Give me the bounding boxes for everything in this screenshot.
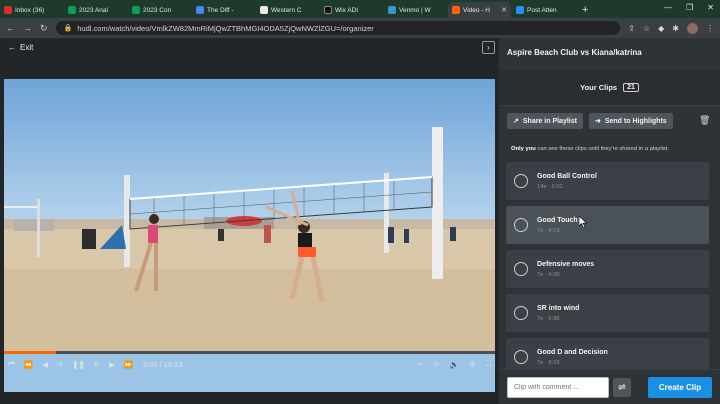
playback-time: 2:03 / 19:23 xyxy=(143,359,183,369)
clip-options-icon: ⇌ xyxy=(618,382,626,392)
puzzle-icon[interactable]: ✱ xyxy=(672,24,679,33)
profile-avatar[interactable] xyxy=(687,22,698,34)
previous-clip-icon[interactable]: ⏮ xyxy=(8,359,15,369)
clip-select-radio[interactable] xyxy=(514,174,528,188)
drive-icon xyxy=(132,6,140,14)
collapse-panel-button[interactable]: › xyxy=(482,41,495,54)
clip-item[interactable]: Defensive moves 7s · 4:30 xyxy=(506,250,709,288)
browser-tab[interactable]: 2023 Con xyxy=(128,2,191,18)
clip-select-radio[interactable] xyxy=(514,306,528,320)
share-icon[interactable]: ⇪ xyxy=(628,24,635,33)
browser-tab[interactable]: 2023 Anal xyxy=(64,2,127,18)
mouse-pointer-icon xyxy=(579,216,587,228)
new-tab-icon[interactable]: + xyxy=(576,4,594,18)
window-controls: — ❐ ✕ xyxy=(664,3,714,12)
clip-item[interactable]: SR into wind 7s · 5:36 xyxy=(506,294,709,332)
fullscreen-icon[interactable]: ⛶ xyxy=(486,359,491,369)
player-controls: ⏮ ⏪ ◀ ↺ ❚❚ ↻ ▶ ⏩ 2:03 / 19:23 ✂ ⟳ 🔊 ⚙ ⛶ xyxy=(0,354,499,374)
url-field[interactable]: 🔒 hudl.com/watch/video/VmlkZW82MmRiMjQwZ… xyxy=(55,21,621,35)
clip-options-button[interactable]: ⇌ xyxy=(613,378,631,397)
browser-tab-active[interactable]: Video - H ✕ xyxy=(448,2,511,18)
clip-comment-input[interactable] xyxy=(507,377,609,398)
extension-icon[interactable]: ◆ xyxy=(658,24,664,33)
beach-volleyball-scene xyxy=(4,79,495,351)
back-icon[interactable]: ← xyxy=(6,23,15,33)
docs-icon xyxy=(196,6,204,14)
highlight-arrow-icon: ➜ xyxy=(594,118,601,125)
browser-tab[interactable]: Venmo | W xyxy=(384,2,447,18)
browser-tab[interactable]: Post Atten xyxy=(512,2,575,18)
volume-icon[interactable]: 🔊 xyxy=(450,360,459,369)
step-forward-icon[interactable]: ▶ xyxy=(109,360,115,369)
privacy-note: Only you can see these clips until they'… xyxy=(511,146,670,152)
trash-icon[interactable]: 🗑 xyxy=(699,115,710,126)
chevron-right-icon: › xyxy=(487,43,490,52)
video-area: ← Exit › ⏮ ⏪ ◀ ↺ ❚❚ ↻ ▶ ⏩ 2:03 / 19:23 ✂… xyxy=(0,38,499,404)
browser-tab[interactable]: The Diff - xyxy=(192,2,255,18)
reload-icon[interactable]: ↻ xyxy=(40,23,48,34)
clips-panel: Aspire Beach Club vs Kiana/katrina Your … xyxy=(499,38,720,404)
minimize-icon[interactable]: — xyxy=(664,3,672,12)
hudl-icon xyxy=(452,6,460,14)
replay-icon[interactable]: ↺ xyxy=(57,360,63,369)
address-bar: ← → ↻ 🔒 hudl.com/watch/video/VmlkZW82MmR… xyxy=(0,18,720,38)
send-to-highlights-button[interactable]: ➜ Send to Highlights xyxy=(588,113,673,129)
game-title: Aspire Beach Club vs Kiana/katrina xyxy=(507,48,642,57)
browser-tab[interactable]: Inbox (36) xyxy=(0,2,63,18)
forward-icon[interactable]: → xyxy=(23,23,32,33)
lock-icon: 🔒 xyxy=(63,25,73,32)
maximize-icon[interactable]: ❐ xyxy=(686,3,693,12)
your-clips-header: Your Clips 21 xyxy=(499,70,720,106)
rewind-icon[interactable]: ⏪ xyxy=(24,360,33,369)
loop-icon[interactable]: ⟳ xyxy=(433,360,439,369)
clip-item[interactable]: Good Touch 7s · 4:13 xyxy=(506,206,709,244)
zoom-icon xyxy=(516,6,524,14)
share-in-playlist-button[interactable]: ↗ Share in Playlist xyxy=(507,113,583,129)
browser-tab[interactable]: Western C xyxy=(256,2,319,18)
clip-select-radio[interactable] xyxy=(514,262,528,276)
step-back-icon[interactable]: ◀ xyxy=(42,360,48,369)
wix-icon xyxy=(324,6,332,14)
clip-select-radio[interactable] xyxy=(514,350,528,364)
settings-gear-icon[interactable]: ⚙ xyxy=(469,360,476,369)
comment-bar: ⇌ Create Clip xyxy=(499,369,720,404)
sheets-icon xyxy=(68,6,76,14)
bookmark-star-icon[interactable]: ☆ xyxy=(643,24,650,33)
arrow-left-icon: ← xyxy=(8,43,16,52)
browser-tab[interactable]: Wix ADI xyxy=(320,2,383,18)
video-frame[interactable] xyxy=(4,79,495,392)
menu-dots-icon[interactable]: ⋮ xyxy=(706,24,714,33)
url-text: hudl.com/watch/video/VmlkZW82MmRiMjQwZTB… xyxy=(77,23,374,33)
venmo-icon xyxy=(388,6,396,14)
forward-icon[interactable]: ↻ xyxy=(94,360,100,369)
close-window-icon[interactable]: ✕ xyxy=(707,3,714,12)
pause-icon[interactable]: ❚❚ xyxy=(72,360,85,369)
hudl-app: ← Exit › ⏮ ⏪ ◀ ↺ ❚❚ ↻ ▶ ⏩ 2:03 / 19:23 ✂… xyxy=(0,38,720,404)
page-icon xyxy=(260,6,268,14)
gmail-icon xyxy=(4,6,12,14)
clip-count-badge: 21 xyxy=(623,83,639,92)
clip-tool-icon[interactable]: ✂ xyxy=(417,360,423,369)
create-clip-button[interactable]: Create Clip xyxy=(648,377,712,398)
clip-select-radio[interactable] xyxy=(514,218,528,232)
share-arrow-icon: ↗ xyxy=(513,118,519,125)
browser-actions: ⇪ ☆ ◆ ✱ ⋮ xyxy=(628,22,714,34)
close-tab-icon[interactable]: ✕ xyxy=(501,6,507,14)
clip-item[interactable]: Good Ball Control 14s · 2:01 xyxy=(506,162,709,200)
browser-tab-bar: Inbox (36) 2023 Anal 2023 Con The Diff -… xyxy=(0,0,720,18)
exit-button[interactable]: ← Exit xyxy=(8,43,33,52)
fast-forward-icon[interactable]: ⏩ xyxy=(124,360,133,369)
